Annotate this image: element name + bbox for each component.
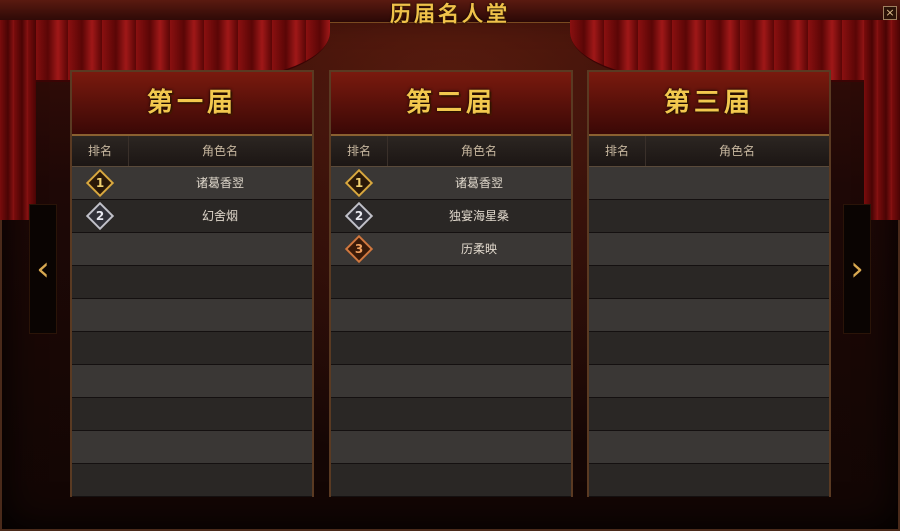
table-row bbox=[72, 464, 312, 497]
table-row bbox=[589, 200, 829, 233]
table-row bbox=[72, 365, 312, 398]
table-row bbox=[331, 332, 571, 365]
rank-number: 1 bbox=[354, 176, 364, 190]
table-row[interactable]: 1 诸葛香翌 bbox=[72, 167, 312, 200]
rank-number: 1 bbox=[95, 176, 105, 190]
table-row[interactable]: 1 诸葛香翌 bbox=[331, 167, 571, 200]
session-column-2: 第二届 排名 角色名 1 诸葛香翌 2 独宴海星桑 3 历柔映 bbox=[329, 70, 573, 497]
table-row bbox=[72, 398, 312, 431]
player-name: 诸葛香翌 bbox=[195, 176, 244, 190]
chevron-right-icon: › bbox=[850, 249, 864, 289]
rank-column-header: 排名 bbox=[331, 136, 388, 166]
player-name: 历柔映 bbox=[460, 242, 497, 256]
session-column-3: 第三届 排名 角色名 bbox=[587, 70, 831, 497]
table-row bbox=[589, 365, 829, 398]
table-row bbox=[72, 233, 312, 266]
close-button[interactable]: × bbox=[883, 6, 897, 20]
ranking-list bbox=[589, 167, 829, 497]
ranking-list: 1 诸葛香翌 2 独宴海星桑 3 历柔映 bbox=[331, 167, 571, 497]
name-column-header: 角色名 bbox=[201, 144, 238, 158]
table-header: 排名 角色名 bbox=[331, 136, 571, 167]
rank-column-header: 排名 bbox=[589, 136, 646, 166]
table-header: 排名 角色名 bbox=[72, 136, 312, 167]
session-title: 第二届 bbox=[405, 88, 496, 118]
table-row bbox=[331, 431, 571, 464]
table-row bbox=[331, 365, 571, 398]
name-column-header: 角色名 bbox=[718, 144, 755, 158]
rank-number: 3 bbox=[354, 242, 364, 256]
session-title: 第一届 bbox=[146, 88, 237, 118]
table-row bbox=[331, 398, 571, 431]
table-row bbox=[331, 299, 571, 332]
chevron-left-icon: ‹ bbox=[36, 249, 50, 289]
rank-number: 2 bbox=[95, 209, 105, 223]
session-title: 第三届 bbox=[663, 88, 754, 118]
ranking-list: 1 诸葛香翌 2 幻舍烟 bbox=[72, 167, 312, 497]
table-row bbox=[589, 266, 829, 299]
side-drape-left bbox=[0, 20, 36, 220]
table-row[interactable]: 3 历柔映 bbox=[331, 233, 571, 266]
table-row bbox=[331, 464, 571, 497]
table-row bbox=[72, 332, 312, 365]
table-row bbox=[589, 464, 829, 497]
table-row bbox=[589, 332, 829, 365]
player-name: 幻舍烟 bbox=[201, 209, 238, 223]
prev-page-button[interactable]: ‹ bbox=[29, 204, 57, 334]
table-row bbox=[72, 431, 312, 464]
session-column-1: 第一届 排名 角色名 1 诸葛香翌 2 幻舍烟 bbox=[70, 70, 314, 497]
player-name: 诸葛香翌 bbox=[454, 176, 503, 190]
table-header: 排名 角色名 bbox=[589, 136, 829, 167]
table-row bbox=[589, 167, 829, 200]
side-drape-right bbox=[864, 20, 900, 220]
table-row bbox=[589, 398, 829, 431]
table-row[interactable]: 2 独宴海星桑 bbox=[331, 200, 571, 233]
table-row bbox=[72, 299, 312, 332]
table-row bbox=[589, 233, 829, 266]
table-row bbox=[72, 266, 312, 299]
next-page-button[interactable]: › bbox=[843, 204, 871, 334]
table-row bbox=[331, 266, 571, 299]
table-row bbox=[589, 431, 829, 464]
rank-column-header: 排名 bbox=[72, 136, 129, 166]
name-column-header: 角色名 bbox=[460, 144, 497, 158]
window-title: 历届名人堂 bbox=[390, 1, 510, 26]
table-row bbox=[589, 299, 829, 332]
rank-number: 2 bbox=[354, 209, 364, 223]
table-row[interactable]: 2 幻舍烟 bbox=[72, 200, 312, 233]
player-name: 独宴海星桑 bbox=[448, 209, 509, 223]
